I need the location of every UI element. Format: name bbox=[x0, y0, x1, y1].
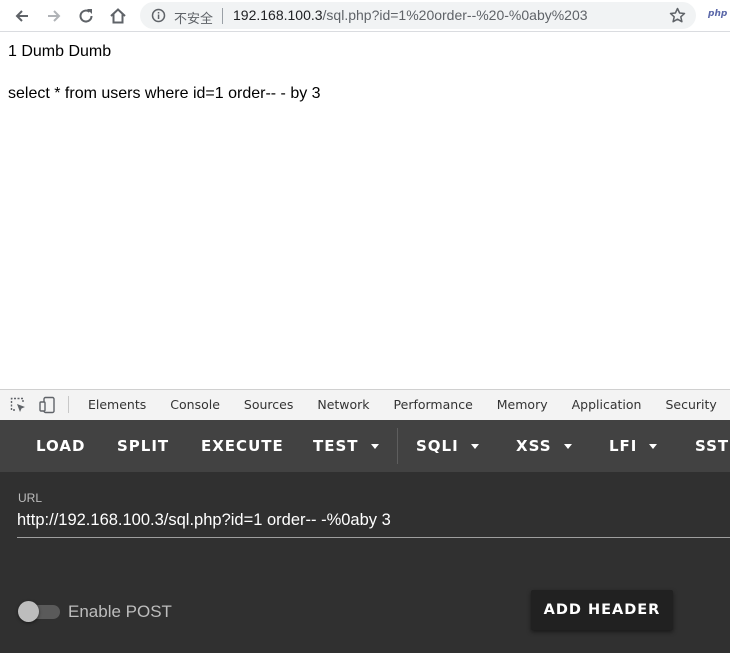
xss-label: XSS bbox=[516, 437, 552, 455]
forward-arrow-icon bbox=[48, 10, 61, 22]
browser-toolbar: 不安全 192.168.100.3/sql.php?id=1%20order--… bbox=[0, 0, 730, 32]
tab-application[interactable]: Application bbox=[560, 390, 654, 420]
omnibox-divider bbox=[222, 8, 223, 24]
back-arrow-icon bbox=[15, 10, 28, 22]
chevron-down-icon bbox=[649, 444, 658, 449]
star-icon[interactable] bbox=[669, 7, 686, 24]
info-icon[interactable] bbox=[151, 8, 166, 23]
load-button[interactable]: LOAD bbox=[36, 420, 85, 472]
url-host: 192.168.100.3 bbox=[233, 7, 323, 23]
tab-network[interactable]: Network bbox=[305, 390, 381, 420]
devtools-tabs: Elements Console Sources Network Perform… bbox=[76, 390, 730, 420]
tab-performance[interactable]: Performance bbox=[382, 390, 485, 420]
tab-sources[interactable]: Sources bbox=[232, 390, 305, 420]
devtools-tab-strip: Elements Console Sources Network Perform… bbox=[0, 389, 730, 420]
add-header-button[interactable]: ADD HEADER bbox=[531, 590, 673, 630]
tab-elements[interactable]: Elements bbox=[76, 390, 158, 420]
home-button[interactable] bbox=[106, 4, 130, 28]
tab-console[interactable]: Console bbox=[158, 390, 232, 420]
lfi-label: LFI bbox=[609, 437, 638, 455]
xss-menu-button[interactable]: XSS bbox=[516, 420, 572, 472]
hackbar-panel: URL http://192.168.100.3/sql.php?id=1 or… bbox=[0, 472, 730, 653]
devtools-divider bbox=[68, 396, 69, 413]
hackbar-divider bbox=[397, 428, 398, 464]
security-label[interactable]: 不安全 bbox=[174, 8, 213, 27]
address-url[interactable]: 192.168.100.3/sql.php?id=1%20order--%20-… bbox=[233, 7, 588, 23]
tab-memory[interactable]: Memory bbox=[485, 390, 560, 420]
address-bar[interactable]: 不安全 192.168.100.3/sql.php?id=1%20order--… bbox=[140, 2, 696, 29]
chevron-down-icon bbox=[470, 444, 479, 449]
url-path: /sql.php?id=1%20order--%20-%0aby%203 bbox=[322, 7, 588, 23]
sqli-label: SQLI bbox=[416, 437, 459, 455]
test-menu-button[interactable]: TEST bbox=[313, 420, 379, 472]
split-button[interactable]: SPLIT bbox=[117, 420, 169, 472]
sql-query-text: select * from users where id=1 order-- -… bbox=[8, 85, 321, 102]
enable-post-toggle[interactable] bbox=[18, 600, 60, 622]
reload-button[interactable] bbox=[74, 4, 98, 28]
home-icon bbox=[110, 8, 126, 24]
url-textarea[interactable]: http://192.168.100.3/sql.php?id=1 order-… bbox=[17, 510, 730, 538]
chevron-down-icon bbox=[563, 444, 572, 449]
sqli-menu-button[interactable]: SQLI bbox=[416, 420, 479, 472]
query-result: 1 Dumb Dumb bbox=[8, 43, 112, 60]
php-extension-icon[interactable]: php bbox=[708, 9, 727, 19]
chevron-down-icon bbox=[370, 444, 379, 449]
test-label: TEST bbox=[313, 437, 359, 455]
back-button[interactable] bbox=[10, 4, 34, 28]
execute-button[interactable]: EXECUTE bbox=[201, 420, 284, 472]
lfi-menu-button[interactable]: LFI bbox=[609, 420, 658, 472]
ssti-menu-button[interactable]: SSTI bbox=[695, 420, 730, 472]
tab-security[interactable]: Security bbox=[653, 390, 728, 420]
forward-button[interactable] bbox=[42, 4, 66, 28]
enable-post-label[interactable]: Enable POST bbox=[68, 602, 172, 622]
inspect-element-icon[interactable] bbox=[9, 396, 27, 414]
reload-icon bbox=[79, 9, 93, 23]
toggle-thumb bbox=[18, 601, 39, 622]
device-toggle-icon[interactable] bbox=[38, 396, 56, 414]
hackbar-toolbar: LOAD SPLIT EXECUTE TEST SQLI XSS LFI SST… bbox=[0, 420, 730, 472]
url-label: URL bbox=[18, 491, 43, 505]
